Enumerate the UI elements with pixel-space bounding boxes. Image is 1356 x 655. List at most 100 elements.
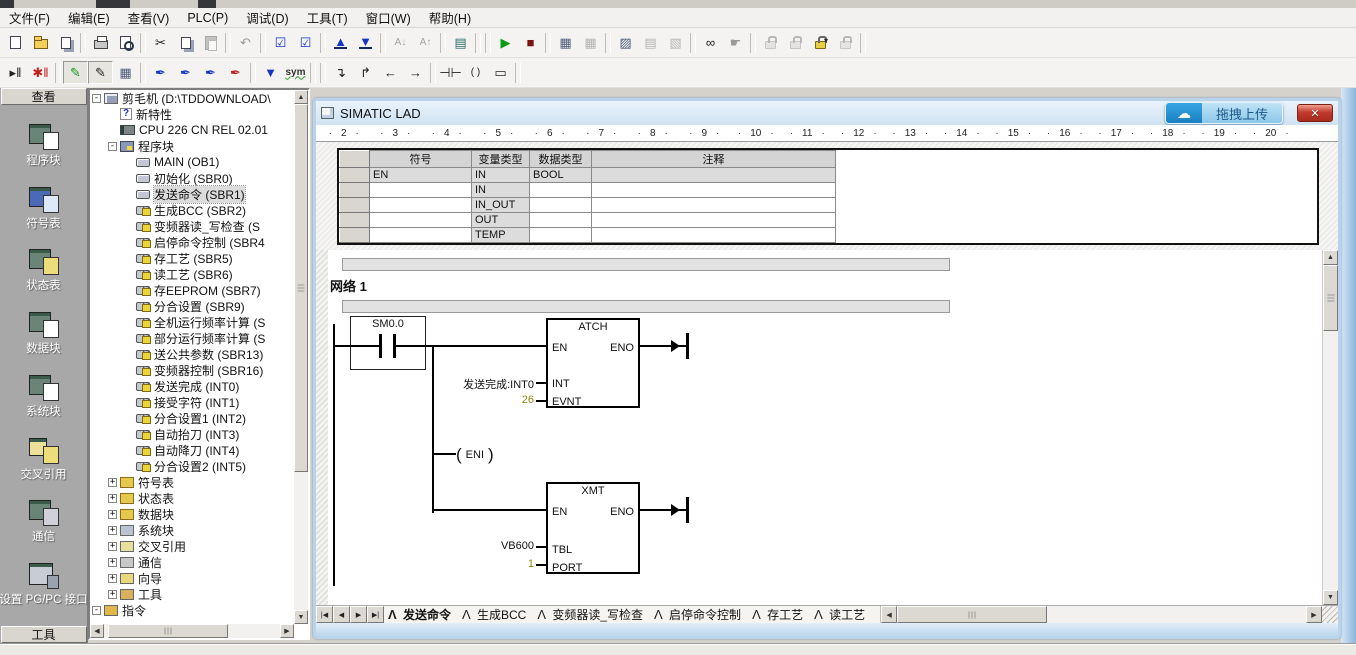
insert-box-button[interactable]: ▭ bbox=[488, 61, 513, 84]
scroll-right-icon[interactable]: ▶ bbox=[280, 624, 294, 638]
table-cell[interactable] bbox=[370, 228, 472, 243]
toolbar-separator[interactable] bbox=[260, 33, 266, 53]
tree-item[interactable]: 指令 bbox=[90, 602, 294, 618]
toolbar-separator[interactable] bbox=[690, 33, 696, 53]
tree-expander-icon[interactable] bbox=[124, 222, 133, 231]
tree-item[interactable]: 工具 bbox=[90, 586, 294, 602]
tree-item[interactable]: 分合设置2 (INT5) bbox=[90, 458, 294, 474]
tree-item[interactable]: CPU 226 CN REL 02.01 bbox=[90, 122, 294, 138]
tree-item[interactable]: 变频器读_写检查 (S bbox=[90, 218, 294, 234]
view-bar-header[interactable]: 查看 bbox=[1, 88, 87, 105]
toolbar-separator[interactable] bbox=[475, 33, 481, 53]
print-button[interactable] bbox=[88, 31, 113, 54]
line-down-button[interactable]: ↴ bbox=[328, 61, 353, 84]
toolbar-separator[interactable] bbox=[140, 33, 146, 53]
subroutine-tab[interactable]: 启停命令控制 bbox=[652, 606, 750, 623]
tree-item[interactable]: 生成BCC (SBR2) bbox=[90, 202, 294, 218]
cut-button[interactable]: ✂ bbox=[148, 31, 173, 54]
menu-item[interactable]: 调试(D) bbox=[237, 6, 297, 29]
upload-button[interactable]: ▲ bbox=[328, 31, 353, 54]
tree-expander-icon[interactable] bbox=[108, 494, 117, 503]
tab-nav-button[interactable]: ◀ bbox=[333, 606, 350, 623]
symbolic-addressing-button[interactable]: ✎ bbox=[63, 61, 88, 84]
new-file-button[interactable] bbox=[3, 31, 28, 54]
table-cell[interactable] bbox=[370, 183, 472, 198]
table-cell[interactable] bbox=[592, 183, 836, 198]
undo-button[interactable]: ↶ bbox=[233, 31, 258, 54]
subroutine-tab[interactable]: 生成BCC bbox=[460, 606, 535, 623]
unforce-all-button[interactable] bbox=[808, 31, 833, 54]
tree-item[interactable]: 自动抬刀 (INT3) bbox=[90, 426, 294, 442]
toolbar-separator[interactable] bbox=[545, 33, 551, 53]
tree-expander-icon[interactable] bbox=[108, 142, 117, 151]
line-left-button[interactable]: ← bbox=[378, 61, 403, 84]
tree-expander-icon[interactable] bbox=[124, 254, 133, 263]
row-selector[interactable] bbox=[340, 151, 370, 168]
tree-expander-icon[interactable] bbox=[108, 574, 117, 583]
stop-button[interactable]: ■ bbox=[518, 31, 543, 54]
tree-item[interactable]: 向导 bbox=[90, 570, 294, 586]
toolbar-separator[interactable] bbox=[250, 63, 256, 83]
ladder-canvas[interactable]: 网络 1 SM0.0 ATCH EN bbox=[328, 250, 1322, 605]
tree-item[interactable]: 自动降刀 (INT4) bbox=[90, 442, 294, 458]
tree-expander-icon[interactable] bbox=[124, 382, 133, 391]
open-file-button[interactable] bbox=[28, 31, 53, 54]
tree-item[interactable]: 程序块 bbox=[90, 138, 294, 154]
tree-item[interactable]: 读工艺 (SBR6) bbox=[90, 266, 294, 282]
menu-item[interactable]: 编辑(E) bbox=[59, 6, 119, 29]
tree-horizontal-scrollbar[interactable]: ◀ ▶ bbox=[90, 624, 294, 638]
menu-item[interactable]: 窗口(W) bbox=[357, 6, 420, 29]
row-selector[interactable] bbox=[340, 228, 370, 243]
drag-upload-button[interactable]: ☁ 拖拽上传 bbox=[1165, 102, 1283, 124]
table-cell[interactable] bbox=[530, 198, 592, 213]
table-cell[interactable]: EN bbox=[370, 168, 472, 183]
close-button[interactable]: ✕ bbox=[1297, 104, 1333, 122]
tree-item[interactable]: 接受字符 (INT1) bbox=[90, 394, 294, 410]
toolbar-separator[interactable] bbox=[225, 33, 231, 53]
tree-item[interactable]: 剪毛机 (D:\TDDOWNLOAD\ bbox=[90, 90, 294, 106]
tree-item[interactable]: 通信 bbox=[90, 554, 294, 570]
evnt-operand[interactable]: 26 bbox=[478, 394, 534, 406]
next-bookmark-button[interactable]: ✒ bbox=[173, 61, 198, 84]
toolbar-separator[interactable] bbox=[320, 63, 326, 83]
table-cell[interactable] bbox=[530, 183, 592, 198]
paste-button[interactable] bbox=[198, 31, 223, 54]
network-comment-bar[interactable] bbox=[342, 300, 950, 313]
tree-expander-icon[interactable] bbox=[124, 350, 133, 359]
lad-window-titlebar[interactable]: SIMATIC LAD ☁ 拖拽上传 ✕ bbox=[316, 101, 1338, 125]
run-button[interactable]: ▶ bbox=[493, 31, 518, 54]
tree-item[interactable]: 分合设置 (SBR9) bbox=[90, 298, 294, 314]
tree-expander-icon[interactable] bbox=[124, 398, 133, 407]
toolbar-separator[interactable] bbox=[140, 63, 146, 83]
tree-item[interactable]: 全机运行频率计算 (S bbox=[90, 314, 294, 330]
scroll-left-icon[interactable]: ◀ bbox=[881, 606, 897, 623]
network-title-bar[interactable] bbox=[342, 258, 950, 271]
tree-item[interactable]: 部分运行频率计算 (S bbox=[90, 330, 294, 346]
scroll-up-icon[interactable]: ▲ bbox=[294, 90, 308, 104]
atch-instruction-box[interactable]: ATCH EN ENO INT EVNT bbox=[546, 318, 640, 408]
table-cell[interactable]: TEMP bbox=[472, 228, 530, 243]
tree-expander-icon[interactable] bbox=[124, 462, 133, 471]
row-selector[interactable] bbox=[340, 183, 370, 198]
toolbar-separator[interactable] bbox=[430, 63, 436, 83]
menu-item[interactable]: 查看(V) bbox=[119, 6, 179, 29]
table-cell[interactable] bbox=[592, 228, 836, 243]
insert-contact-button[interactable]: ⊣⊢ bbox=[438, 61, 463, 84]
download-button[interactable]: ▼ bbox=[353, 31, 378, 54]
tree-expander-icon[interactable] bbox=[108, 542, 117, 551]
delete-element-button[interactable]: ✱‖ bbox=[28, 61, 53, 84]
int-operand[interactable]: 发送完成:INT0 bbox=[426, 376, 534, 392]
symbol-info-table-button[interactable]: ✎ bbox=[88, 61, 113, 84]
toolbar-separator[interactable] bbox=[860, 33, 866, 53]
chart-status-button[interactable]: ▨ bbox=[613, 31, 638, 54]
print-preview-button[interactable] bbox=[113, 31, 138, 54]
menu-item[interactable]: PLC(P) bbox=[178, 9, 237, 27]
symbol-table-grid-button[interactable]: ▦ bbox=[113, 61, 138, 84]
column-header[interactable]: 数据类型 bbox=[530, 151, 592, 168]
tree-expander-icon[interactable] bbox=[124, 430, 133, 439]
scroll-right-icon[interactable]: ▶ bbox=[1306, 606, 1322, 623]
pause-program-status-button[interactable]: ▦ bbox=[578, 31, 603, 54]
tree-expander-icon[interactable] bbox=[124, 270, 133, 279]
tree-vertical-scrollbar[interactable]: ▲ ▼ bbox=[294, 90, 308, 624]
compile-button[interactable]: ☑ bbox=[268, 31, 293, 54]
